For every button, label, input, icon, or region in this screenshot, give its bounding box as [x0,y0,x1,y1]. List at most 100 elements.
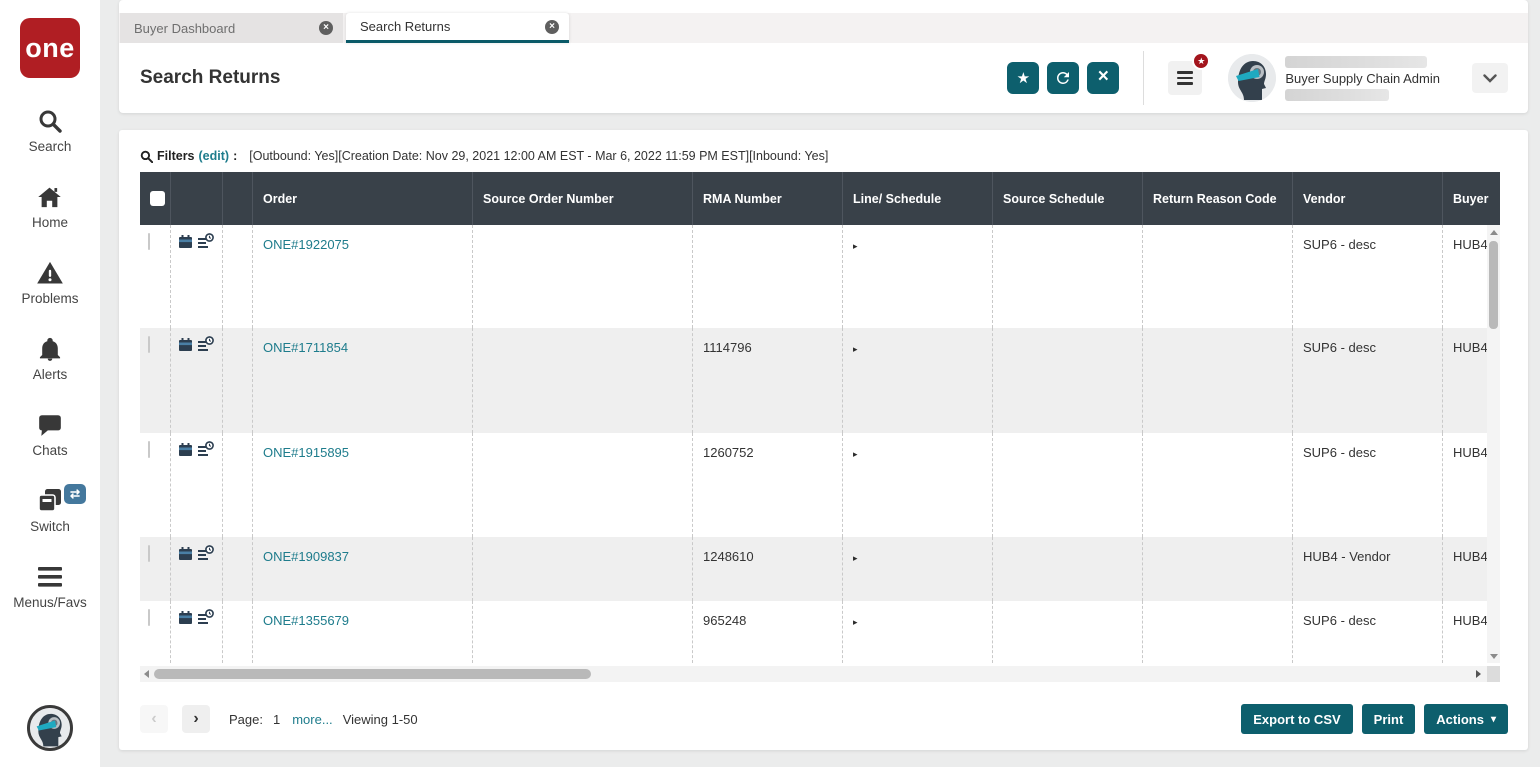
header-actions: ★ × ★ Buyer Supply Chain Admin [1007,43,1508,113]
scroll-down-arrow[interactable] [1487,649,1500,663]
milestones-icon[interactable] [197,609,214,626]
favorites-menu-button[interactable]: ★ [1168,61,1202,95]
scroll-left-arrow[interactable] [140,666,153,682]
cell-source-order [473,433,693,537]
column-return-reason-code[interactable]: Return Reason Code [1143,172,1293,225]
sidebar-item-search[interactable]: Search [29,107,72,154]
column-vendor[interactable]: Vendor [1293,172,1443,225]
vertical-scroll-thumb[interactable] [1489,241,1498,329]
table-row: ONE#1711854 1114796 ▸ SUP6 - desc HUB4 [140,328,1487,433]
cell-rma-number [693,225,843,328]
user-info: Buyer Supply Chain Admin [1285,56,1440,101]
edit-filters-link[interactable]: (edit) [199,149,230,163]
favorites-badge-star-icon: ★ [1192,52,1210,70]
sidebar-item-menus-favs[interactable]: Menus/Favs [13,563,87,610]
select-all-cell [140,172,171,225]
cell-rma-number: 965248 [693,601,843,663]
tab-buyer-dashboard[interactable]: Buyer Dashboard × [120,13,343,43]
row-checkbox[interactable] [148,545,150,562]
expand-row-icon[interactable]: ▸ [853,344,858,354]
cell-source-order [473,225,693,328]
header-icons-cell [171,172,223,225]
tab-search-returns[interactable]: Search Returns × [346,13,569,43]
refresh-button[interactable] [1047,62,1079,94]
current-page: 1 [273,712,280,727]
milestones-icon[interactable] [197,233,214,250]
more-pages-link[interactable]: more... [292,712,332,727]
order-link[interactable]: ONE#1909837 [263,549,349,564]
calendar-icon[interactable] [177,545,194,562]
one-logo-text: one [25,33,75,64]
horizontal-scrollbar[interactable] [140,666,1487,682]
header-card: Buyer Dashboard × Search Returns × Searc… [119,0,1528,113]
user-avatar[interactable] [1228,54,1276,102]
pagination: ‹ › Page: 1 more... Viewing 1-50 [140,705,418,733]
order-link[interactable]: ONE#1915895 [263,445,349,460]
expand-row-icon[interactable]: ▸ [853,449,858,459]
close-tab-icon[interactable]: × [319,21,333,35]
favorite-button[interactable]: ★ [1007,62,1039,94]
row-checkbox[interactable] [148,441,150,458]
milestones-icon[interactable] [197,441,214,458]
close-tab-icon[interactable]: × [545,20,559,34]
order-link[interactable]: ONE#1355679 [263,613,349,628]
user-menu-button[interactable] [1472,63,1508,93]
sidebar-item-switch[interactable]: ⇄ Switch [30,487,70,534]
calendar-icon[interactable] [177,336,194,353]
select-all-checkbox[interactable] [150,191,165,206]
export-to-csv-button[interactable]: Export to CSV [1241,704,1352,734]
table-row: ONE#1355679 965248 ▸ SUP6 - desc HUB4 [140,601,1487,663]
next-page-button[interactable]: › [182,705,210,733]
expand-row-icon[interactable]: ▸ [853,617,858,627]
expand-row-icon[interactable]: ▸ [853,553,858,563]
sidebar: one Search Home Problems Alerts Chats [0,0,100,767]
sidebar-item-home[interactable]: Home [32,183,68,230]
column-source-order-number[interactable]: Source Order Number [473,172,693,225]
table-row: ONE#1915895 1260752 ▸ SUP6 - desc HUB4 [140,433,1487,537]
scroll-up-arrow[interactable] [1487,225,1500,239]
returns-table: Order Source Order Number RMA Number Lin… [140,172,1500,682]
column-order[interactable]: Order [253,172,473,225]
page-title: Search Returns [140,67,280,89]
close-page-button[interactable]: × [1087,62,1119,94]
sidebar-item-chats[interactable]: Chats [32,411,67,458]
table-body: ONE#1922075 ▸ SUP6 - desc HUB4 ONE#17118… [140,225,1487,663]
chevron-down-icon [1483,74,1497,83]
hamburger-icon [36,563,64,591]
cell-rma-number: 1260752 [693,433,843,537]
row-checkbox[interactable] [148,336,150,353]
order-link[interactable]: ONE#1711854 [263,340,348,355]
column-rma-number[interactable]: RMA Number [693,172,843,225]
scroll-right-arrow[interactable] [1472,666,1485,682]
previous-page-button[interactable]: ‹ [140,705,168,733]
filters-row: Filters (edit) : [Outbound: Yes][Creatio… [119,130,1528,163]
column-buyer[interactable]: Buyer [1443,172,1500,225]
vertical-scrollbar[interactable] [1487,225,1500,663]
switch-badge-icon: ⇄ [64,484,86,504]
calendar-icon[interactable] [177,233,194,250]
column-source-schedule[interactable]: Source Schedule [993,172,1143,225]
one-logo[interactable]: one [20,18,80,78]
assistant-avatar[interactable] [27,705,73,751]
horizontal-scroll-thumb[interactable] [154,669,591,679]
milestones-icon[interactable] [197,545,214,562]
sidebar-label: Chats [32,443,67,458]
expand-row-icon[interactable]: ▸ [853,241,858,251]
print-button[interactable]: Print [1362,704,1416,734]
cell-vendor: SUP6 - desc [1293,225,1443,328]
order-link[interactable]: ONE#1922075 [263,237,349,252]
sidebar-item-problems[interactable]: Problems [21,259,78,306]
cell-vendor: SUP6 - desc [1293,601,1443,663]
calendar-icon[interactable] [177,609,194,626]
column-line-schedule[interactable]: Line/ Schedule [843,172,993,225]
close-icon: × [1098,66,1109,88]
calendar-icon[interactable] [177,441,194,458]
row-checkbox[interactable] [148,233,150,250]
sidebar-item-alerts[interactable]: Alerts [33,335,68,382]
actions-dropdown-button[interactable]: Actions ▾ [1424,704,1508,734]
tab-strip: Buyer Dashboard × Search Returns × [119,13,1528,43]
chat-icon [36,411,64,439]
row-checkbox[interactable] [148,609,150,626]
cell-return-reason [1143,433,1293,537]
milestones-icon[interactable] [197,336,214,353]
